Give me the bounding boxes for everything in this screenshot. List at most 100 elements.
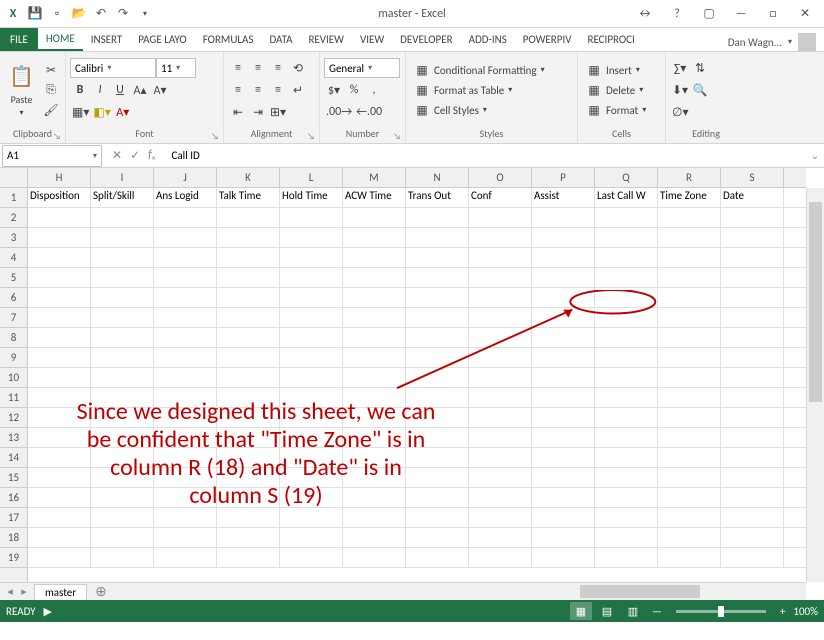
row-header[interactable]: 13 <box>0 428 27 448</box>
copy-icon[interactable]: ⎘ <box>41 80 61 100</box>
row-header[interactable]: 14 <box>0 448 27 468</box>
tab-reciproci[interactable]: RECIPROCI <box>579 27 642 51</box>
tab-page-layout[interactable]: PAGE LAYO <box>130 27 194 51</box>
cell[interactable] <box>406 248 469 267</box>
row-headers[interactable]: 12345678910111213141516171819 <box>0 188 28 582</box>
cell[interactable] <box>154 288 217 307</box>
new-icon[interactable]: ▫ <box>48 5 66 23</box>
cell[interactable] <box>28 548 91 567</box>
sheet-nav-next-icon[interactable]: ▸ <box>18 585 30 598</box>
insert-function-icon[interactable]: fₓ <box>148 148 155 163</box>
page-break-view-icon[interactable]: ▥ <box>622 602 644 620</box>
qat-customize-icon[interactable]: ▾ <box>136 5 154 23</box>
cell[interactable] <box>28 328 91 347</box>
increase-decimal-button[interactable]: .00→ <box>324 102 354 122</box>
cell[interactable] <box>343 288 406 307</box>
cell[interactable] <box>532 368 595 387</box>
touch-mode-icon[interactable]: ↔ <box>630 4 660 24</box>
cell[interactable] <box>469 208 532 227</box>
cell[interactable] <box>280 488 343 507</box>
orientation-button[interactable]: ⟲ <box>288 58 308 78</box>
fill-button[interactable]: ⬇▾ <box>670 80 690 100</box>
cell[interactable] <box>721 388 784 407</box>
row-header[interactable]: 7 <box>0 308 27 328</box>
cell[interactable] <box>595 548 658 567</box>
shrink-font-button[interactable]: A▾ <box>150 80 170 100</box>
cell[interactable] <box>154 508 217 527</box>
cell[interactable] <box>658 528 721 547</box>
cell[interactable] <box>343 248 406 267</box>
cell[interactable] <box>595 248 658 267</box>
cell[interactable] <box>217 268 280 287</box>
cell[interactable] <box>595 228 658 247</box>
cell[interactable] <box>154 208 217 227</box>
percent-button[interactable]: % <box>344 80 364 100</box>
normal-view-icon[interactable]: ▦ <box>570 602 592 620</box>
font-name-combo[interactable]: Calibri▾ <box>70 58 156 78</box>
open-icon[interactable]: 📂 <box>70 5 88 23</box>
cell[interactable] <box>595 268 658 287</box>
italic-button[interactable]: I <box>90 80 110 100</box>
cell[interactable] <box>91 328 154 347</box>
cell[interactable] <box>154 228 217 247</box>
row-header[interactable]: 2 <box>0 208 27 228</box>
cell[interactable] <box>28 268 91 287</box>
cell[interactable] <box>343 348 406 367</box>
cell[interactable] <box>217 288 280 307</box>
cell[interactable] <box>343 228 406 247</box>
cell[interactable] <box>343 488 406 507</box>
sort-filter-button[interactable]: ⇅ <box>690 58 710 78</box>
cell[interactable] <box>343 428 406 447</box>
cell[interactable] <box>721 308 784 327</box>
cell[interactable] <box>658 328 721 347</box>
cell[interactable] <box>217 488 280 507</box>
cell[interactable] <box>595 488 658 507</box>
row-header[interactable]: 6 <box>0 288 27 308</box>
cell[interactable] <box>280 288 343 307</box>
row-header[interactable]: 18 <box>0 528 27 548</box>
cell[interactable] <box>343 268 406 287</box>
cell[interactable] <box>532 208 595 227</box>
redo-icon[interactable]: ↷ <box>114 5 132 23</box>
tab-review[interactable]: REVIEW <box>300 27 352 51</box>
cell[interactable] <box>406 448 469 467</box>
cell[interactable] <box>658 308 721 327</box>
col-header-S[interactable]: S <box>721 168 784 187</box>
cell[interactable] <box>721 248 784 267</box>
cell-styles-button[interactable]: ▦Cell Styles ▾ <box>410 100 549 120</box>
cell[interactable] <box>721 288 784 307</box>
cell[interactable] <box>469 308 532 327</box>
cell[interactable] <box>280 208 343 227</box>
cell[interactable] <box>217 228 280 247</box>
cell[interactable] <box>280 428 343 447</box>
cell[interactable] <box>532 348 595 367</box>
align-center-button[interactable]: ≡ <box>248 80 268 100</box>
cell[interactable] <box>217 368 280 387</box>
underline-button[interactable]: U <box>110 80 130 100</box>
zoom-in-button[interactable]: + <box>776 605 789 618</box>
cell[interactable] <box>721 548 784 567</box>
cell[interactable] <box>28 228 91 247</box>
help-icon[interactable]: ? <box>662 4 692 24</box>
cell[interactable] <box>469 328 532 347</box>
cell[interactable] <box>217 528 280 547</box>
cell[interactable] <box>469 248 532 267</box>
cell[interactable] <box>658 488 721 507</box>
cell[interactable] <box>406 468 469 487</box>
cell[interactable] <box>217 448 280 467</box>
cell[interactable] <box>595 208 658 227</box>
select-all-corner[interactable] <box>0 168 28 188</box>
name-box[interactable]: A1▾ <box>2 145 102 167</box>
cell[interactable] <box>721 348 784 367</box>
tab-file[interactable]: FILE <box>0 27 38 51</box>
cell[interactable] <box>154 268 217 287</box>
cell[interactable] <box>721 408 784 427</box>
cell[interactable] <box>532 248 595 267</box>
cell[interactable] <box>91 248 154 267</box>
cell[interactable] <box>28 288 91 307</box>
cell[interactable] <box>658 468 721 487</box>
cell[interactable] <box>469 408 532 427</box>
number-format-combo[interactable]: General▾ <box>324 58 400 78</box>
cell[interactable] <box>154 428 217 447</box>
cell[interactable] <box>469 448 532 467</box>
